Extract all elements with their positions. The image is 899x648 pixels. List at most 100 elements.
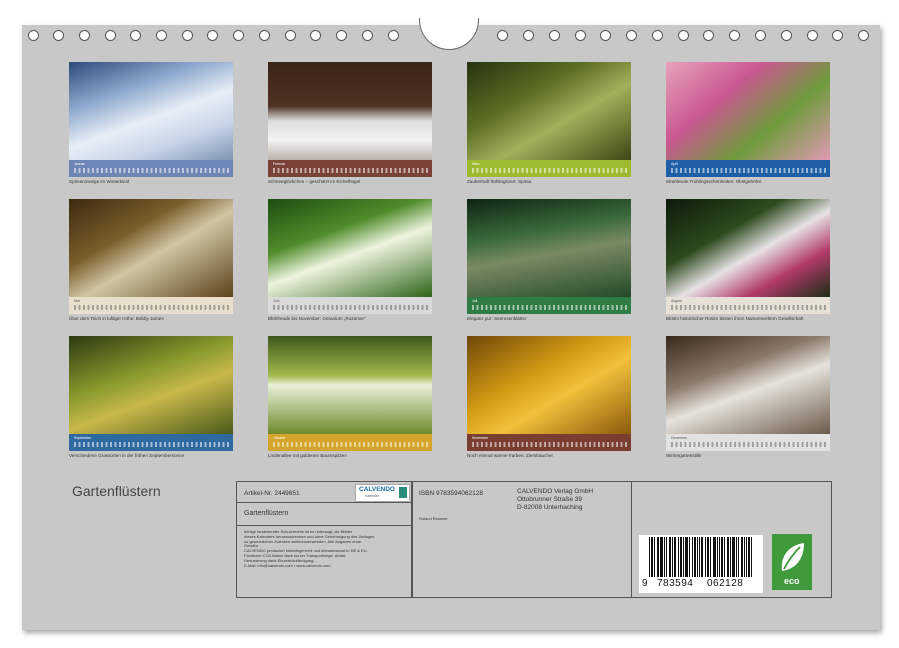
month-photo — [69, 199, 233, 297]
isbn: ISBN 9783594062128 — [419, 490, 483, 497]
binding-ring — [678, 30, 689, 41]
month-name: Februar — [273, 162, 286, 166]
binding-ring — [362, 30, 373, 41]
eco-label: eco — [772, 534, 812, 590]
calendar-strip: Mai — [69, 297, 233, 314]
month-caption: Strahlende Frühlingsschönheiten: Obstgeh… — [666, 179, 762, 184]
month-photo — [268, 62, 432, 160]
binding-ring — [233, 30, 244, 41]
month-name: August — [671, 299, 682, 303]
calendar-strip: Juni — [268, 297, 432, 314]
binding-ring — [807, 30, 818, 41]
binding-ring — [182, 30, 193, 41]
divider — [237, 502, 411, 503]
month-name: Dezember — [671, 436, 688, 440]
month-name: November — [472, 436, 489, 440]
month-caption: Über dem Teich in luftiger Höhe: Bobby J… — [69, 316, 164, 321]
month-caption: Wintergartenstille — [666, 453, 702, 458]
month-name: September — [74, 436, 92, 440]
binding-ring — [156, 30, 167, 41]
month-caption: Lindenallee mit goldenen Baumspitzen — [268, 453, 347, 458]
binding-ring — [549, 30, 560, 41]
day-grid — [671, 168, 826, 173]
day-grid — [74, 442, 229, 447]
binding-ring — [388, 30, 399, 41]
divider — [411, 481, 413, 598]
binding-ring — [781, 30, 792, 41]
binding-ring — [336, 30, 347, 41]
binding-ring — [259, 30, 270, 41]
day-grid — [273, 305, 428, 310]
month-photo — [467, 62, 631, 160]
publisher-address: CALVENDO Verlag GmbH Ottobrunner Straße 3… — [517, 488, 593, 512]
binding-ring — [832, 30, 843, 41]
month-name: Mai — [74, 299, 80, 303]
author: Roland Rossner — [419, 516, 448, 521]
legal-line: E-Mail: info@calvendo.com • www.calvendo… — [244, 562, 331, 568]
month-photo — [268, 199, 432, 297]
calendar-strip: Dezember — [666, 434, 830, 451]
month-name: Juli — [472, 299, 478, 303]
calendar-strip: April — [666, 160, 830, 177]
month-name: Oktober — [273, 436, 286, 440]
month-caption: Verschiedene Grassorten in der frühen Se… — [69, 453, 185, 458]
binding-ring — [703, 30, 714, 41]
publisher-line: CALVENDO Verlag GmbH — [517, 488, 594, 495]
day-grid — [273, 442, 428, 447]
binding-ring — [207, 30, 218, 41]
product-name: Gartenflüstern — [244, 510, 289, 517]
publisher-line: D-82008 Unterhaching — [517, 504, 583, 511]
article-number: Artikel-Nr. 2449651 — [244, 490, 300, 497]
day-grid — [74, 305, 229, 310]
day-grid — [472, 442, 627, 447]
binding-ring — [755, 30, 766, 41]
binding-ring — [285, 30, 296, 41]
publisher-line: Ottobrunner Straße 39 — [517, 496, 583, 503]
calendar-strip: September — [69, 434, 233, 451]
month-photo — [268, 336, 432, 434]
binding-ring — [79, 30, 90, 41]
month-caption: Spireenzweige im Winterkleid — [69, 179, 130, 184]
calendar-strip: November — [467, 434, 631, 451]
month-photo — [69, 62, 233, 160]
binding-ring — [105, 30, 116, 41]
month-photo — [467, 336, 631, 434]
binding-ring — [523, 30, 534, 41]
month-photo — [666, 199, 830, 297]
legal-notice: Infolge bestehender Schutzrechte ist es … — [244, 529, 409, 568]
binding-ring — [28, 30, 39, 41]
day-grid — [671, 442, 826, 447]
month-caption: Noch einmal warme Farben: Zierstraucher — [467, 453, 554, 458]
month-caption: Eleganz pur: Seerosenblätter — [467, 316, 527, 321]
binding-ring — [729, 30, 740, 41]
day-grid — [472, 168, 627, 173]
month-name: März — [472, 162, 480, 166]
month-photo — [69, 336, 233, 434]
calendar-title: Gartenflüstern — [72, 483, 161, 499]
day-grid — [74, 168, 229, 173]
month-caption: Blüten historischer Rosen leisten ihren … — [666, 316, 804, 321]
leaf-icon — [781, 543, 804, 571]
month-photo — [666, 62, 830, 160]
calendar-strip: Februar — [268, 160, 432, 177]
binding-ring — [53, 30, 64, 41]
month-photo — [666, 336, 830, 434]
month-caption: Zauberhaft frühlingszart: Spirea — [467, 179, 532, 184]
month-name: April — [671, 162, 679, 166]
day-grid — [472, 305, 627, 310]
day-grid — [671, 305, 826, 310]
barcode: 9 783594 062128 — [639, 535, 763, 593]
binding-ring — [130, 30, 141, 41]
binding-ring — [310, 30, 321, 41]
calendar-strip: Juli — [467, 297, 631, 314]
binding-ring — [626, 30, 637, 41]
calvendo-logo: CALVENDO Kalender — [355, 484, 410, 502]
month-caption: Blühfreude bis November: Geranium „Rozan… — [268, 316, 366, 321]
binding-ring — [858, 30, 869, 41]
calendar-strip: März — [467, 160, 631, 177]
binding-ring — [600, 30, 611, 41]
divider — [237, 525, 411, 526]
calendar-strip: August — [666, 297, 830, 314]
month-name: Juni — [273, 299, 280, 303]
calendar-strip: Januar — [69, 160, 233, 177]
